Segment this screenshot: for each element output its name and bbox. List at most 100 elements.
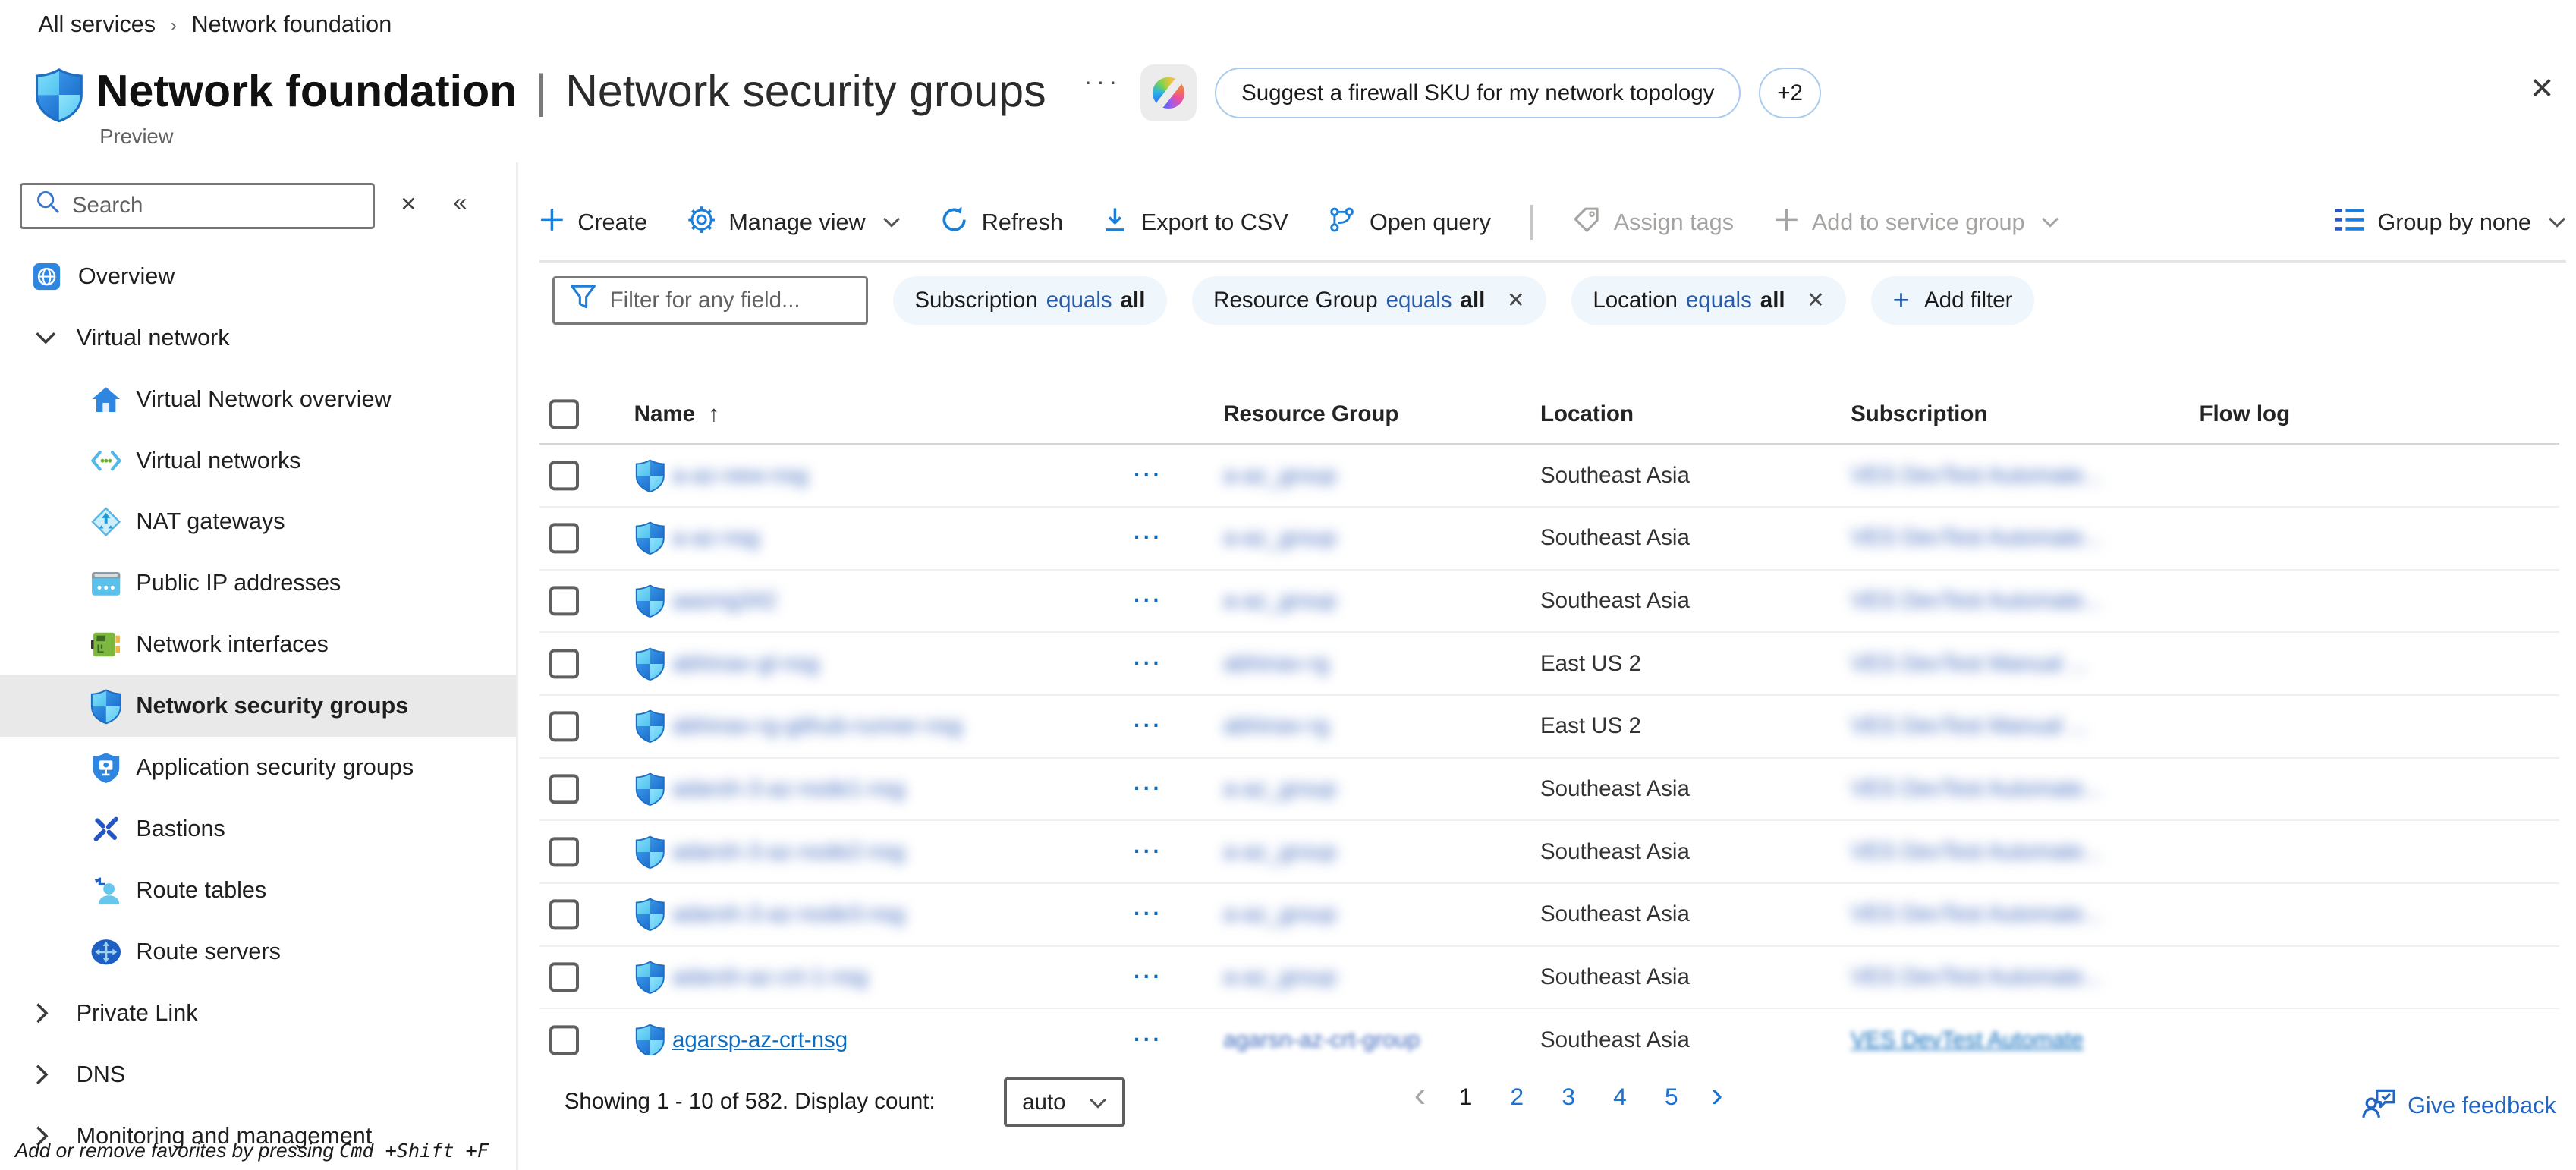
nsg-name-link[interactable]: agarsp-az-crt-nsg [672,1027,848,1053]
sidebar-item-dns[interactable]: DNS [0,1044,516,1106]
nsg-name-link[interactable]: abhinav-rg-github-runner-nsg [672,713,962,739]
sidebar-item-route-tables[interactable]: Route tables [0,860,516,921]
group-by-button[interactable]: Group by none [2335,207,2566,238]
column-header-name[interactable]: Name↑ [634,401,720,427]
manage-view-button[interactable]: Manage view [687,206,901,240]
subscription-link[interactable]: VES DevTest Manual ... [1851,651,2087,677]
nsg-name-link[interactable]: adarsh-az-crt-1-nsg [672,964,868,990]
row-checkbox[interactable] [549,837,579,866]
next-page-icon[interactable]: › [1711,1077,1722,1112]
sidebar-item-route-servers[interactable]: Route servers [0,921,516,983]
column-header-resource-group[interactable]: Resource Group [1223,401,1398,427]
row-checkbox[interactable] [549,962,579,992]
subscription-link[interactable]: VES DevTest Automate... [1851,463,2102,489]
copilot-button[interactable] [1140,64,1197,121]
sidebar-item-network-interfaces[interactable]: Network interfaces [0,614,516,675]
sidebar-item-bastions[interactable]: Bastions [0,798,516,860]
resource-group-link[interactable]: abhinav-rg [1223,651,1329,677]
more-actions-icon[interactable]: ··· [1134,588,1162,613]
previous-page-icon[interactable]: ‹ [1414,1077,1426,1112]
row-checkbox[interactable] [549,524,579,553]
resource-group-link[interactable]: a-az_group [1223,463,1336,489]
column-header-flow-log[interactable]: Flow log [2199,401,2290,427]
page-button-3[interactable]: 3 [1557,1083,1581,1111]
page-button-1[interactable]: 1 [1454,1083,1477,1111]
more-actions-icon[interactable]: ··· [1134,965,1162,990]
filter-field-box[interactable] [552,276,868,324]
row-checkbox[interactable] [549,649,579,678]
resource-group-link[interactable]: a-az_group [1223,901,1336,927]
export-csv-button[interactable]: Export to CSV [1102,206,1288,239]
column-header-location[interactable]: Location [1540,401,1634,427]
add-to-service-group-button[interactable]: Add to service group [1774,207,2060,238]
resource-group-link[interactable]: a-az_group [1223,964,1336,990]
page-button-2[interactable]: 2 [1505,1083,1529,1111]
sidebar-item-application-security-groups[interactable]: Application security groups [0,737,516,798]
sidebar-item-overview[interactable]: Overview [0,246,516,307]
filter-pill-location[interactable]: Locationequalsall✕ [1571,276,1846,324]
row-checkbox[interactable] [549,900,579,929]
row-checkbox[interactable] [549,774,579,804]
subscription-link[interactable]: VES DevTest Automate... [1851,901,2102,927]
title-more-icon[interactable]: ··· [1084,67,1121,96]
more-actions-icon[interactable]: ··· [1134,526,1162,551]
breadcrumb-all-services[interactable]: All services [38,11,156,38]
resource-group-link[interactable]: agarsn-az-crt-group [1223,1027,1420,1053]
sidebar-item-virtual-network-overview[interactable]: Virtual Network overview [0,369,516,430]
more-actions-icon[interactable]: ··· [1134,777,1162,802]
create-button[interactable]: Create [539,207,647,238]
subscription-link[interactable]: VES DevTest Automate... [1851,588,2102,614]
give-feedback-link[interactable]: Give feedback [2361,1087,2556,1125]
sidebar-item-private-link[interactable]: Private Link [0,983,516,1044]
sidebar-item-public-ip-addresses[interactable]: Public IP addresses [0,552,516,614]
more-actions-icon[interactable]: ··· [1134,463,1162,488]
sidebar-item-virtual-networks[interactable]: Virtual networks [0,430,516,492]
resource-group-link[interactable]: abhinav-rg [1223,713,1329,739]
add-filter-button[interactable]: + Add filter [1871,276,2034,324]
display-count-select[interactable]: auto [1004,1077,1125,1128]
open-query-button[interactable]: Open query [1328,206,1491,240]
more-actions-icon[interactable]: ··· [1134,651,1162,676]
resource-group-link[interactable]: a-az_group [1223,776,1336,802]
select-all-checkbox[interactable] [549,399,579,429]
subscription-link[interactable]: VES DevTest Automate... [1851,964,2102,990]
resource-group-link[interactable]: a-az_group [1223,839,1336,865]
nsg-name-link[interactable]: adarsh-3-az-node2-nsg [672,839,905,865]
subscription-link[interactable]: VES DevTest Manual ... [1851,713,2087,739]
sidebar-search-box[interactable] [20,183,375,229]
nsg-name-link[interactable]: a-az-new-nsg [672,463,808,489]
nsg-name-link[interactable]: abhinav-gl-nsg [672,651,819,677]
page-button-4[interactable]: 4 [1609,1083,1632,1111]
nsg-name-link[interactable]: adarsh-3-az-node3-nsg [672,901,905,927]
nsg-name-link[interactable]: aasmg342 [672,588,777,614]
nsg-name-link[interactable]: a-az-nsg [672,525,760,551]
sidebar-item-nat-gateways[interactable]: NAT gateways [0,492,516,553]
copilot-suggestion-button[interactable]: Suggest a firewall SKU for my network to… [1215,68,1741,119]
resource-group-link[interactable]: a-az_group [1223,525,1336,551]
more-actions-icon[interactable]: ··· [1134,839,1162,864]
nsg-name-link[interactable]: adarsh-3-az-node1-nsg [672,776,905,802]
row-checkbox[interactable] [549,586,579,615]
search-clear-icon[interactable]: ✕ [400,193,417,216]
more-actions-icon[interactable]: ··· [1134,902,1162,927]
filter-input[interactable] [610,288,851,313]
resource-group-link[interactable]: a-az_group [1223,588,1336,614]
subscription-link[interactable]: VES DevTest Automate... [1851,776,2102,802]
more-actions-icon[interactable]: ··· [1134,1027,1162,1052]
sidebar-item-virtual-network[interactable]: Virtual network [0,307,516,369]
search-input[interactable] [72,193,360,219]
assign-tags-button[interactable]: Assign tags [1572,206,1734,240]
breadcrumb-network-foundation[interactable]: Network foundation [191,11,392,38]
row-checkbox[interactable] [549,461,579,490]
filter-pill-resource-group[interactable]: Resource Groupequalsall✕ [1192,276,1546,324]
page-button-5[interactable]: 5 [1659,1083,1683,1111]
column-header-subscription[interactable]: Subscription [1851,401,1987,427]
sidebar-collapse-icon[interactable]: « [453,187,467,216]
row-checkbox[interactable] [549,712,579,741]
refresh-button[interactable]: Refresh [940,206,1063,240]
subscription-link[interactable]: VES DevTest Automate... [1851,525,2102,551]
copilot-more-suggestions-button[interactable]: +2 [1759,68,1820,119]
close-icon[interactable]: ✕ [2530,71,2555,106]
remove-filter-icon[interactable]: ✕ [1807,288,1825,313]
sidebar-item-network-security-groups[interactable]: Network security groups [0,675,516,737]
